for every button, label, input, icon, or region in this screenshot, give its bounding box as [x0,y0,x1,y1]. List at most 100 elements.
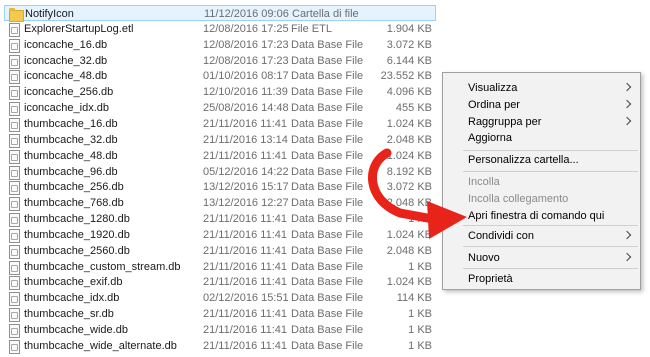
menu-item-label: Incolla collegamento [468,193,569,205]
file-row[interactable]: thumbcache_custom_stream.db 21/11/2016 11… [4,259,436,275]
file-date: 01/10/2016 08:17 [203,70,289,83]
file-name: iconcache_idx.db [24,102,110,115]
file-icon [8,38,20,53]
file-date: 21/11/2016 11:41 [203,260,288,273]
file-size: 114 KB [396,292,432,305]
file-size: 1 KB [408,324,432,336]
file-name: iconcache_256.db [24,86,114,99]
file-icon [8,85,20,101]
menu-item-visualizza[interactable]: Visualizza [443,79,640,97]
file-icon [8,54,20,69]
file-name: thumbcache_wide_alternate.db [24,339,177,352]
menu-separator [463,171,638,172]
chevron-right-icon [622,252,632,262]
file-name: thumbcache_sr.db [24,308,114,321]
red-arrow-annotation [368,148,467,239]
red-arrow-shaft [368,148,438,224]
file-size: 1 KB [408,339,432,352]
file-row[interactable]: thumbcache_2560.db 21/11/2016 11:41 Data B… [4,243,436,259]
file-date: 21/11/2016 11:41 [203,308,288,321]
file-icon [8,133,20,148]
file-icon [8,69,20,85]
file-icon [8,323,20,338]
file-row-selected[interactable]: NotifyIcon 11/12/2016 09:06 Cartella di fi… [4,5,436,22]
file-size: 6.144 KB [386,54,432,67]
menu-separator [463,225,638,226]
file-date: 21/11/2016 11:41 [203,276,288,289]
file-name: ExplorerStartupLog.etl [24,22,134,35]
file-icon [8,180,20,196]
menu-separator [463,268,638,269]
menu-item-nuovo[interactable]: Nuovo [443,249,640,267]
menu-item-label: Visualizza [468,82,518,94]
file-date: 11/12/2016 09:06 [204,8,289,20]
file-icon [8,101,20,117]
file-row[interactable]: thumbcache_16.db 21/11/2016 11:41 Data Bas… [4,116,436,132]
file-icon [8,260,20,275]
file-name: thumbcache_exif.db [24,276,123,289]
file-type: Cartella di file [292,8,359,20]
file-date: 12/08/2016 17:23 [203,54,289,67]
file-row[interactable]: iconcache_256.db 12/10/2016 11:39 Data Bas… [4,84,436,101]
file-date: 21/11/2016 11:41 [203,213,288,226]
file-name: thumbcache_32.db [24,133,118,146]
file-date: 21/11/2016 11:41 [203,228,288,241]
file-icon [8,149,20,164]
file-name: iconcache_48.db [24,70,108,83]
file-row[interactable]: iconcache_48.db 01/10/2016 08:17 Data Base… [4,68,436,85]
file-type: File ETL [291,22,332,35]
file-size: 3.072 KB [386,38,432,51]
chevron-right-icon [622,230,632,240]
file-date: 25/08/2016 14:48 [203,102,289,115]
file-size: 1 KB [408,308,432,321]
menu-item-label: Ordina per [468,99,520,111]
file-name: thumbcache_256.db [24,181,124,194]
menu-item-label: Proprietà [468,273,513,285]
file-icon [8,244,20,259]
file-date: 21/11/2016 11:41 [203,339,288,352]
file-name: thumbcache_768.db [24,197,124,210]
menu-item-label: Aggiorna [468,132,513,144]
file-row[interactable]: thumbcache_wide_alternate.db 21/11/2016 1… [4,338,436,354]
file-row[interactable]: thumbcache_sr.db 21/11/2016 11:41 Data Bas… [4,306,436,323]
file-date: 13/12/2016 15:17 [203,181,289,194]
file-row[interactable]: iconcache_16.db 12/08/2016 17:23 Data Base… [4,37,436,53]
file-size: 4.096 KB [386,86,432,99]
file-date: 12/08/2016 17:25 [203,22,289,35]
file-size: 23.552 KB [380,70,432,83]
red-arrow-head [427,201,467,239]
file-row[interactable]: ExplorerStartupLog.etl 12/08/2016 17:25 Fi… [4,21,436,37]
file-size: 1 KB [408,260,432,273]
file-date: 05/12/2016 14:22 [203,165,289,178]
file-date: 02/12/2016 15:51 [203,292,289,305]
file-name: thumbcache_16.db [24,117,118,130]
file-icon [8,212,20,228]
file-name: thumbcache_1280.db [24,213,130,226]
file-row[interactable]: iconcache_idx.db 25/08/2016 14:48 Data Bas… [4,100,436,117]
chevron-right-icon [622,82,632,92]
file-name: thumbcache_48.db [24,149,118,162]
file-date: 12/08/2016 17:23 [203,38,289,51]
file-size: 455 KB [395,102,432,115]
file-size: 1.904 KB [386,22,432,35]
chevron-right-icon [622,99,632,109]
file-row[interactable]: thumbcache_idx.db 02/12/2016 15:51 Data Ba… [4,290,436,307]
file-icon [8,339,20,354]
menu-item-proprieta[interactable]: Proprietà [443,270,640,288]
file-size: 2.048 KB [386,133,432,146]
menu-item-label: Raggruppa per [468,116,542,128]
file-size: 1.024 KB [386,117,432,130]
file-row[interactable]: thumbcache_wide.db 21/11/2016 11:41 Data B… [4,322,436,338]
menu-item-label: Personalizza cartella... [468,154,579,166]
menu-item-ordina-per[interactable]: Ordina per [443,96,640,114]
file-icon [8,228,20,243]
file-row[interactable]: iconcache_32.db 12/08/2016 17:23 Data Base… [4,53,436,69]
file-date: 13/12/2016 12:27 [203,197,289,210]
file-date: 21/11/2016 11:41 [203,324,288,336]
menu-item-label: Nuovo [468,252,500,264]
file-icon [8,165,20,180]
file-name: iconcache_16.db [24,38,108,51]
file-name: thumbcache_1920.db [24,228,130,241]
file-row[interactable]: thumbcache_exif.db 21/11/2016 11:41 Data B… [4,274,436,291]
file-size: 1.024 KB [386,276,432,289]
